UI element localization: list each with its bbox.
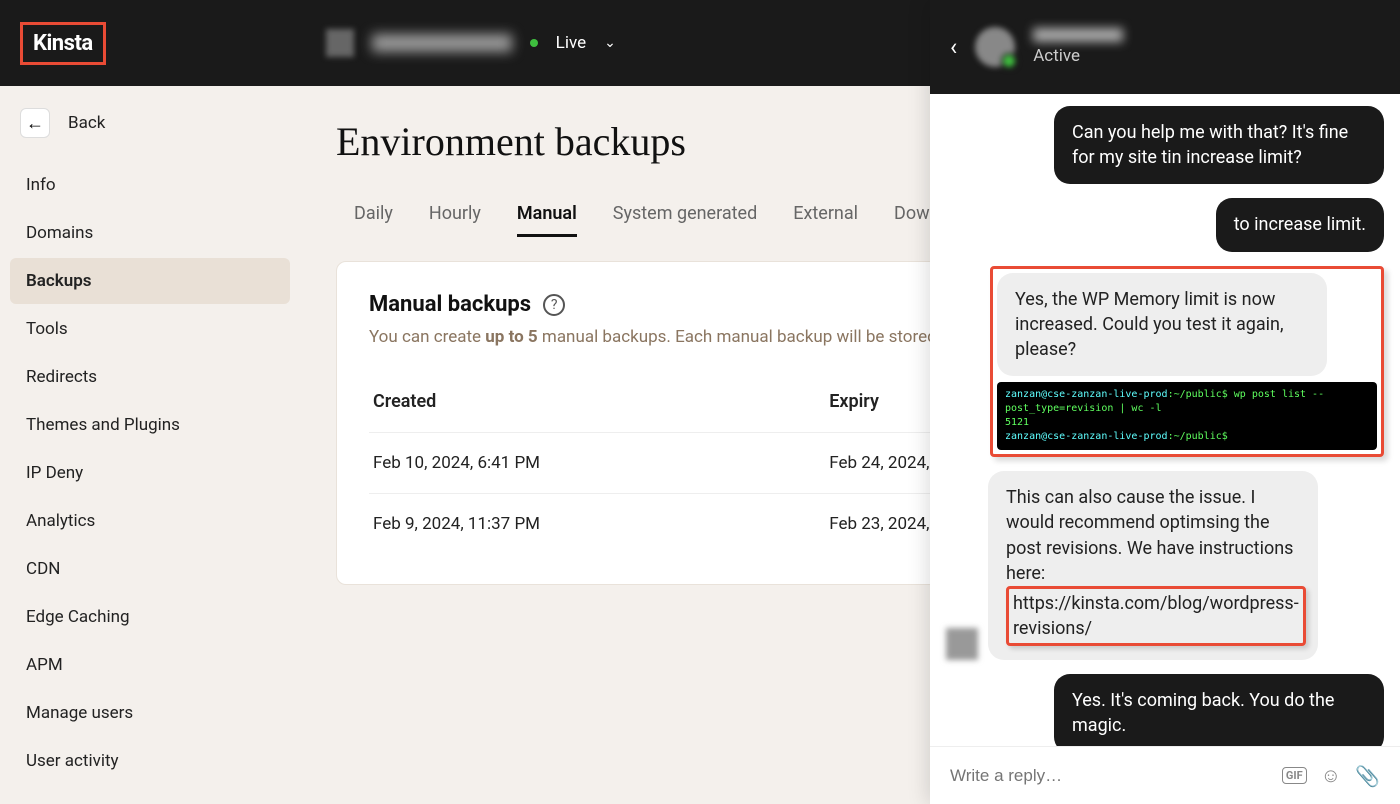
tab-system-generated[interactable]: System generated xyxy=(613,193,757,237)
chat-msg-in: Yes, the WP Memory limit is now increase… xyxy=(997,273,1327,377)
sidebar-item-cdn[interactable]: CDN xyxy=(10,546,290,592)
chat-msg-out: Yes. It's coming back. You do the magic. xyxy=(1054,674,1384,746)
tab-daily[interactable]: Daily xyxy=(354,193,393,237)
tab-external[interactable]: External xyxy=(793,193,858,237)
sidebar-item-info[interactable]: Info xyxy=(10,162,290,208)
cell-created: Feb 10, 2024, 6:41 PM xyxy=(373,453,829,473)
site-info: Live ⌄ xyxy=(326,29,616,57)
sidebar: ← Back Info Domains Backups Tools Redire… xyxy=(0,86,300,804)
sidebar-item-apm[interactable]: APM xyxy=(10,642,290,688)
chat-msg-out: Can you help me with that? It's fine for… xyxy=(1054,106,1384,184)
chat-panel: ‹ Active Can you help me with that? It's… xyxy=(930,0,1400,804)
chat-reply-input[interactable] xyxy=(950,766,1268,786)
sidebar-item-domains[interactable]: Domains xyxy=(10,210,290,256)
col-created: Created xyxy=(373,391,829,412)
env-label: Live xyxy=(556,33,586,53)
logo-text: Kinsta xyxy=(33,31,93,56)
chat-back-icon[interactable]: ‹ xyxy=(950,33,957,61)
back-label: Back xyxy=(68,113,105,133)
gif-icon[interactable]: GIF xyxy=(1282,767,1307,784)
site-icon xyxy=(326,29,354,57)
sidebar-nav: Info Domains Backups Tools Redirects The… xyxy=(10,162,290,784)
sidebar-item-tools[interactable]: Tools xyxy=(10,306,290,352)
chat-msg-in: This can also cause the issue. I would r… xyxy=(988,471,1318,660)
chat-input-row: GIF ☺ 📎 xyxy=(930,746,1400,804)
env-status-dot xyxy=(530,39,538,47)
link-highlight-box: https://kinsta.com/blog/wordpress-revisi… xyxy=(1006,586,1306,646)
sidebar-item-analytics[interactable]: Analytics xyxy=(10,498,290,544)
revisions-link[interactable]: https://kinsta.com/blog/wordpress-revisi… xyxy=(1013,593,1299,639)
site-name-redacted xyxy=(372,34,512,52)
agent-avatar[interactable] xyxy=(975,27,1015,67)
chat-msg-out: to increase limit. xyxy=(1216,198,1384,251)
chat-body[interactable]: Can you help me with that? It's fine for… xyxy=(930,94,1400,746)
tab-hourly[interactable]: Hourly xyxy=(429,193,481,237)
sidebar-item-redirects[interactable]: Redirects xyxy=(10,354,290,400)
highlighted-response: Yes, the WP Memory limit is now increase… xyxy=(990,266,1384,458)
chat-header: ‹ Active xyxy=(930,0,1400,94)
chevron-down-icon[interactable]: ⌄ xyxy=(604,35,616,51)
tab-download[interactable]: Dow xyxy=(894,193,930,237)
terminal-snippet: zanzan@cse-zanzan-live-prod:~/public$ wp… xyxy=(997,382,1377,450)
back-button[interactable]: ← xyxy=(20,108,50,138)
cell-created: Feb 9, 2024, 11:37 PM xyxy=(373,514,829,534)
card-title: Manual backups xyxy=(369,292,531,317)
agent-status: Active xyxy=(1033,46,1123,66)
sidebar-item-backups[interactable]: Backups xyxy=(10,258,290,304)
sidebar-item-manage-users[interactable]: Manage users xyxy=(10,690,290,736)
sidebar-item-ipdeny[interactable]: IP Deny xyxy=(10,450,290,496)
sidebar-item-user-activity[interactable]: User activity xyxy=(10,738,290,784)
logo[interactable]: Kinsta xyxy=(20,22,106,65)
emoji-icon[interactable]: ☺ xyxy=(1321,763,1341,788)
sidebar-item-themes-plugins[interactable]: Themes and Plugins xyxy=(10,402,290,448)
tab-manual[interactable]: Manual xyxy=(517,193,577,237)
agent-avatar-small xyxy=(946,628,978,660)
sidebar-item-edge-caching[interactable]: Edge Caching xyxy=(10,594,290,640)
agent-name-redacted xyxy=(1033,28,1123,42)
help-icon[interactable]: ? xyxy=(543,294,565,316)
attachment-icon[interactable]: 📎 xyxy=(1355,764,1380,788)
